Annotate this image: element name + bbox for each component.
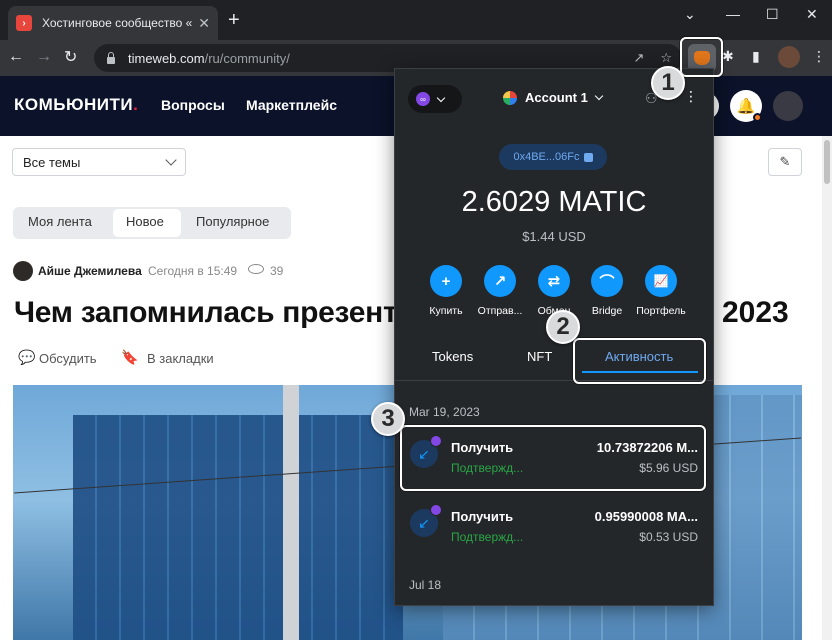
maximize-button[interactable]: ☐	[766, 6, 779, 23]
receive-icon: ↙	[410, 504, 442, 537]
activity-date: Jul 18	[409, 578, 442, 592]
discuss-button[interactable]: Обсудить	[39, 351, 97, 366]
comment-icon: 💬	[18, 349, 36, 365]
polygon-icon: ∞	[416, 92, 430, 106]
account-options-icon[interactable]: ⋮	[684, 88, 698, 105]
tab-tokens[interactable]: Tokens	[432, 349, 473, 364]
copy-icon	[583, 152, 593, 162]
article-title[interactable]: Чем запомнилась презент	[14, 296, 398, 330]
chevron-down-icon	[165, 154, 177, 166]
highlight-box-activity-tab	[573, 338, 706, 384]
buy-button[interactable]: +	[430, 265, 462, 297]
back-button[interactable]: ←	[8, 48, 24, 66]
send-button[interactable]: ↗	[484, 265, 516, 297]
bridge-label: Bridge	[591, 305, 623, 317]
chevron-down-icon	[436, 93, 446, 102]
account-selector[interactable]: Account 1	[503, 90, 604, 105]
author-name[interactable]: Айше Джемилева	[38, 264, 142, 278]
bookmark-icon: 🔖	[121, 349, 139, 365]
forward-button[interactable]: →	[36, 48, 52, 66]
side-panel-icon[interactable]: ▮	[752, 48, 760, 65]
site-favicon-icon: ›	[16, 15, 32, 31]
highlight-box-transaction	[400, 425, 706, 491]
copy-address-button[interactable]: 0x4BE...06Fc	[499, 144, 607, 170]
tx-amount: 0.95990008 MA...	[594, 509, 698, 524]
bridge-button[interactable]: ⌒	[591, 265, 623, 297]
close-window-button[interactable]: ✕	[806, 6, 818, 23]
step-3-badge: 3	[371, 402, 405, 436]
activity-date: Mar 19, 2023	[409, 405, 480, 419]
account-identicon-icon	[503, 90, 517, 105]
minimize-button[interactable]: —	[726, 6, 740, 22]
user-avatar[interactable]	[773, 91, 803, 121]
buy-label: Купить	[429, 305, 463, 317]
nav-questions[interactable]: Вопросы	[161, 97, 225, 113]
nav-marketplace[interactable]: Маркетплейс	[246, 97, 337, 113]
views-eye-icon	[248, 264, 264, 274]
balance-usd: $1.44 USD	[522, 229, 586, 244]
tab-nft[interactable]: NFT	[527, 349, 552, 364]
tx-type[interactable]: Получить	[451, 509, 513, 524]
tab-popular[interactable]: Популярное	[196, 214, 269, 229]
polygon-badge-icon	[430, 504, 442, 516]
tab-close-icon[interactable]: ✕	[198, 15, 210, 32]
browser-tab[interactable]: › Хостинговое сообщество «Time ✕	[8, 6, 218, 40]
bookmark-button[interactable]: В закладки	[147, 351, 214, 366]
profile-avatar[interactable]	[778, 46, 800, 68]
tab-new[interactable]: Новое	[126, 214, 164, 229]
browser-menu-icon[interactable]: ⋮	[812, 48, 826, 65]
notification-badge	[753, 113, 762, 122]
article-title-end[interactable]: 2023	[722, 296, 789, 330]
tab-search-icon[interactable]: ⌄	[684, 6, 696, 23]
step-2-badge: 2	[546, 310, 580, 344]
new-tab-button[interactable]: +	[228, 10, 240, 30]
url-text: timeweb.com/ru/community/	[128, 50, 290, 66]
chevron-down-icon	[594, 91, 604, 101]
lock-icon	[106, 52, 116, 64]
reload-button[interactable]: ↻	[64, 47, 77, 67]
network-selector[interactable]: ∞	[408, 85, 462, 113]
share-icon[interactable]: ↗	[633, 50, 644, 66]
tx-usd: $0.53 USD	[639, 530, 698, 544]
portfolio-label: Портфель	[636, 305, 686, 317]
step-1-badge: 1	[651, 66, 685, 100]
highlight-box-extension	[680, 37, 723, 77]
tab-title: Хостинговое сообщество «Time	[42, 16, 192, 30]
pencil-icon: ✎	[779, 154, 791, 169]
send-label: Отправ...	[477, 305, 523, 317]
site-logo[interactable]: КОМЬЮНИТИ.	[14, 95, 138, 115]
views-count: 39	[270, 264, 284, 278]
scrollbar-thumb[interactable]	[824, 140, 830, 184]
page-scrollbar[interactable]	[822, 136, 832, 640]
post-date: Сегодня в 15:49	[148, 264, 238, 278]
extensions-icon[interactable]: ✱	[722, 48, 734, 65]
balance-amount: 2.6029 MATIC	[461, 186, 647, 218]
tab-my-feed[interactable]: Моя лента	[28, 214, 92, 229]
write-post-button[interactable]: ✎	[768, 148, 802, 176]
author-avatar[interactable]	[13, 261, 33, 281]
topics-select[interactable]: Все темы	[12, 148, 186, 176]
portfolio-button[interactable]: 📈	[645, 265, 677, 297]
tx-status: Подтвержд...	[451, 530, 524, 544]
swap-button[interactable]: ⇄	[538, 265, 570, 297]
bookmark-star-icon[interactable]: ☆	[660, 50, 672, 66]
